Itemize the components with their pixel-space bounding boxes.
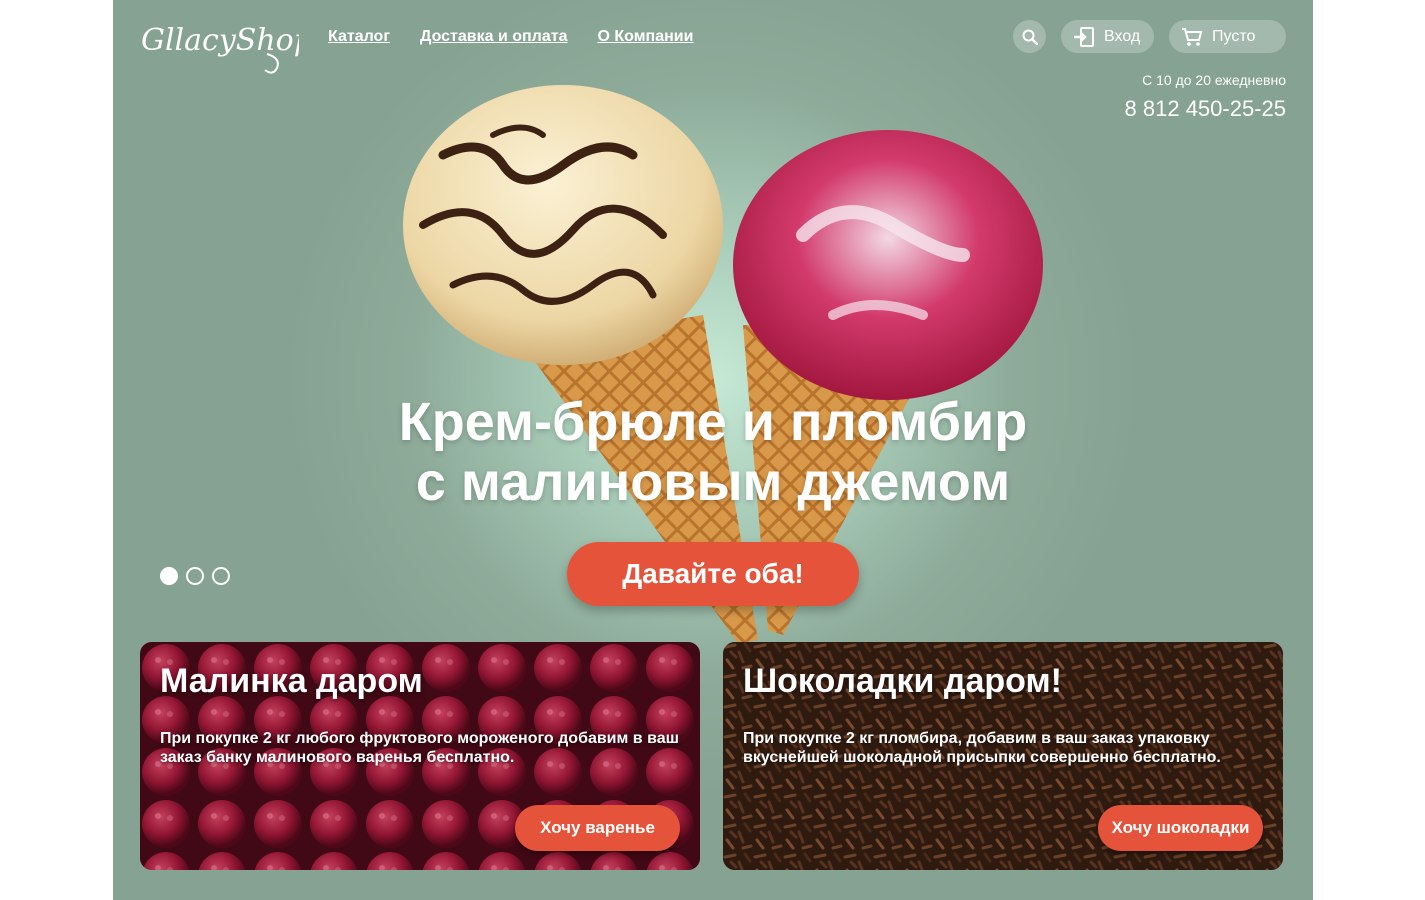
want-jam-button[interactable]: Хочу варенье [515, 805, 680, 851]
nav-delivery-link[interactable]: Доставка и оплата [420, 28, 568, 46]
cart-label: Пусто [1212, 27, 1256, 45]
login-button[interactable]: Вход [1061, 20, 1154, 53]
slider-dots [160, 567, 230, 585]
promo-title: Малинка даром [160, 662, 423, 700]
main-nav: Каталог Доставка и оплата О Компании [328, 28, 693, 46]
hero-title-line1: Крем-брюле и пломбир [398, 392, 1028, 452]
login-label: Вход [1104, 27, 1141, 45]
cart-button[interactable]: Пусто [1169, 20, 1286, 53]
slider-dot-3[interactable] [212, 567, 230, 585]
slider-dot-1[interactable] [160, 567, 178, 585]
search-button[interactable] [1013, 20, 1046, 53]
logo[interactable]: GllacyShop [139, 6, 313, 78]
hero-title-line2: с малиновым джемом [415, 452, 1011, 512]
search-icon [1022, 29, 1038, 45]
promo-title: Шоколадки даром! [743, 662, 1062, 700]
hero-title: Крем-брюле и пломбир с малиновым джемом [113, 392, 1313, 512]
hero-cta-button[interactable]: Давайте оба! [567, 542, 859, 606]
phone-number[interactable]: 8 812 450-25-25 [1125, 96, 1286, 122]
cart-icon [1182, 27, 1203, 46]
nav-catalog-link[interactable]: Каталог [328, 28, 390, 46]
promo-text: При покупке 2 кг пломбира, добавим в ваш… [743, 730, 1221, 766]
page: GllacyShop Каталог Доставка и оплата О К… [113, 0, 1313, 900]
want-chocolate-button[interactable]: Хочу шоколадки [1098, 805, 1263, 851]
promo-card-chocolate: Шоколадки даром! При покупке 2 кг пломби… [723, 642, 1283, 870]
promo-card-raspberry: Малинка даром При покупке 2 кг любого фр… [140, 642, 700, 870]
working-hours: С 10 до 20 ежедневно [1142, 72, 1286, 88]
promo-text: При покупке 2 кг любого фруктового морож… [160, 730, 679, 766]
nav-about-link[interactable]: О Компании [597, 28, 693, 46]
logo-text: GllacyShop [141, 23, 299, 58]
login-icon [1074, 26, 1094, 47]
slider-dot-2[interactable] [186, 567, 204, 585]
